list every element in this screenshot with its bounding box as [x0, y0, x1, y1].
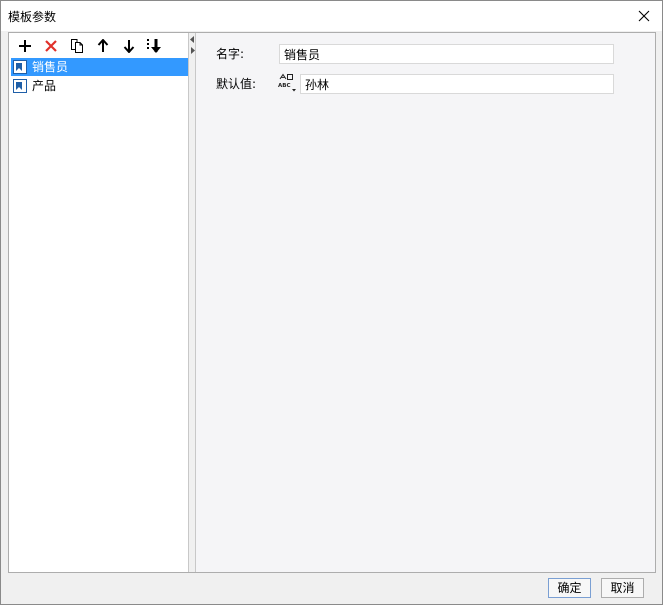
parameter-icon [13, 60, 27, 74]
copy-icon [71, 39, 83, 53]
parameter-detail-pane: 名字: 默认值: ABC [197, 33, 655, 572]
add-button[interactable] [15, 36, 35, 56]
plus-icon [19, 40, 31, 52]
close-button[interactable] [630, 5, 658, 27]
move-up-button[interactable] [93, 36, 113, 56]
parameter-icon [13, 79, 27, 93]
parameter-list-pane: 销售员 产品 [9, 33, 189, 572]
cancel-button[interactable]: 取消 [601, 578, 644, 598]
collapse-left-icon [190, 36, 194, 43]
tree-item-product[interactable]: 产品 [11, 77, 188, 95]
sort-down-icon [147, 39, 161, 53]
copy-button[interactable] [67, 36, 87, 56]
move-down-button[interactable] [119, 36, 139, 56]
tree-item-label: 产品 [32, 79, 57, 93]
default-value-input[interactable] [300, 74, 614, 94]
default-value-label: 默认值: [216, 77, 257, 91]
title-bar: 模板参数 [1, 1, 662, 31]
window-title: 模板参数 [8, 10, 57, 24]
ok-button[interactable]: 确定 [548, 578, 591, 598]
delete-button[interactable] [41, 36, 61, 56]
svg-text:ABC: ABC [278, 83, 291, 89]
arrow-down-icon [123, 40, 135, 53]
list-toolbar [9, 33, 189, 57]
dialog-content: 销售员 产品 名字: 默认值: [8, 32, 656, 573]
name-input[interactable] [279, 44, 614, 64]
tree-item-salesperson[interactable]: 销售员 [11, 58, 188, 76]
collapse-right-icon [191, 47, 195, 54]
close-icon [638, 10, 650, 22]
dialog-window: 模板参数 销售员 产品 名字: 销售员 默认值: ABC 孙林 确定 取消 [0, 0, 663, 605]
sort-button[interactable] [145, 36, 165, 56]
name-label: 名字: [216, 47, 245, 61]
red-x-icon [45, 40, 57, 52]
string-type-icon[interactable]: ABC [277, 73, 297, 93]
tree-item-label: 销售员 [32, 60, 69, 74]
arrow-up-icon [97, 39, 109, 52]
pane-splitter[interactable] [189, 33, 196, 572]
